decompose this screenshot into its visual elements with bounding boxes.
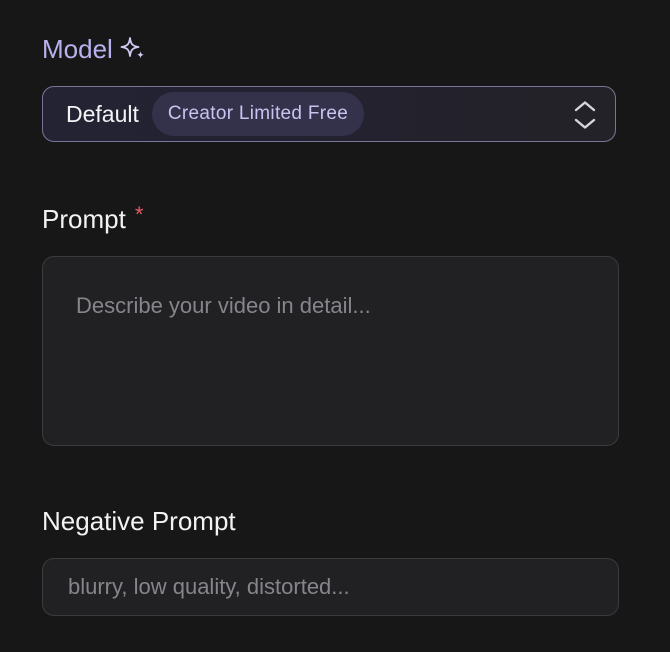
- sparkle-icon: [120, 37, 145, 59]
- prompt-label: Prompt *: [42, 202, 143, 235]
- negative-prompt-label-text: Negative Prompt: [42, 506, 236, 536]
- model-select-value: Default: [66, 100, 139, 127]
- chevron-updown-icon: [574, 101, 596, 129]
- negative-prompt-label: Negative Prompt: [42, 505, 236, 537]
- prompt-textarea[interactable]: [42, 256, 619, 446]
- negative-prompt-input[interactable]: [42, 558, 619, 616]
- required-marker: *: [134, 202, 144, 227]
- model-label: Model: [42, 33, 148, 65]
- model-label-text: Model: [42, 34, 113, 64]
- prompt-label-text: Prompt: [42, 204, 126, 234]
- model-select[interactable]: Default Creator Limited Free: [42, 86, 616, 142]
- model-tier-badge: Creator Limited Free: [151, 92, 365, 136]
